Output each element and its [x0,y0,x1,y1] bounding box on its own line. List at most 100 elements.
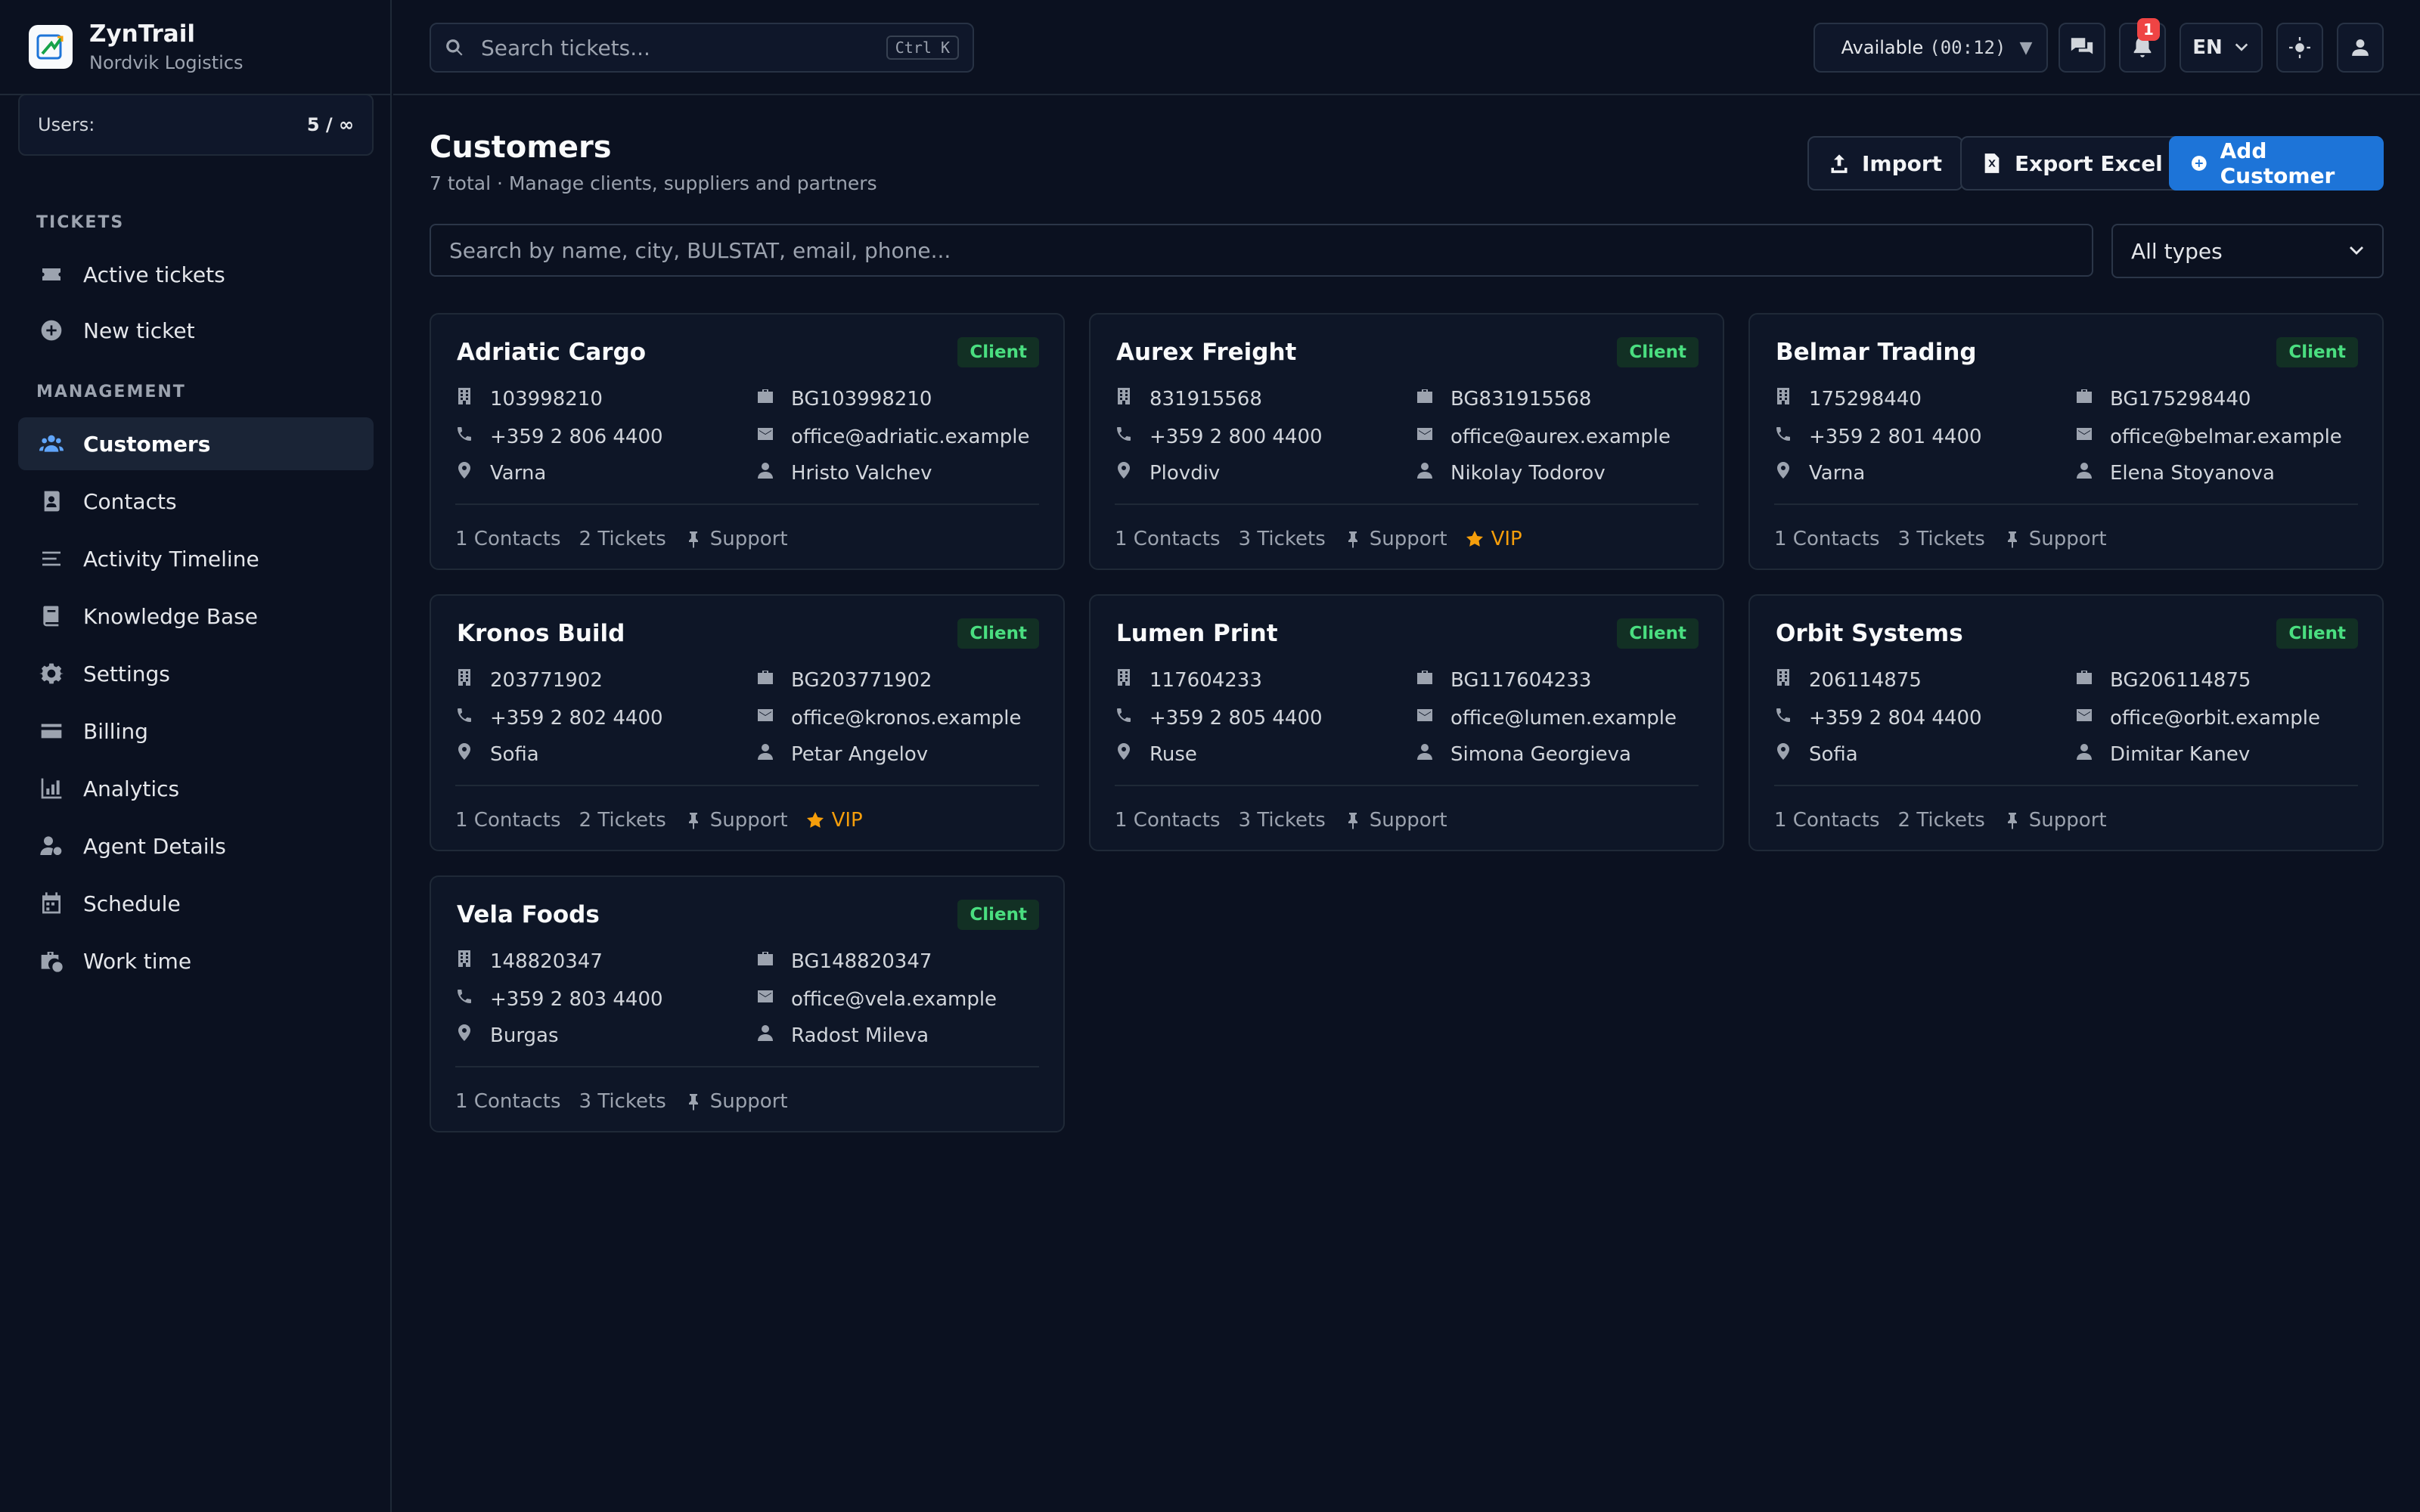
phone-number[interactable]: +359 2 804 4400 [1809,707,1982,730]
building-icon [455,668,490,692]
phone-number[interactable]: +359 2 803 4400 [490,988,663,1011]
phone-number[interactable]: +359 2 802 4400 [490,707,663,730]
import-label: Import [1862,150,1943,176]
language-select[interactable]: EN [2180,23,2263,73]
vip-label: VIP [1491,528,1522,550]
email-address[interactable]: office@aurex.example [1450,426,1671,448]
customer-type-badge: Client [2276,618,2358,649]
briefcase-icon [756,950,791,973]
user-menu-button[interactable] [2337,23,2384,73]
customer-name[interactable]: Aurex Freight [1116,339,1296,366]
phone-number[interactable]: +359 2 801 4400 [1809,426,1982,448]
sidebar-item-agent-details[interactable]: Agent Details [18,820,374,872]
phone-icon [1774,706,1809,730]
customer-card[interactable]: Lumen Print Client 117604233 BG117604233 +35… [1089,594,1724,851]
sidebar-item-active-tickets[interactable]: Active tickets [18,248,374,301]
notifications-button[interactable]: 1 [2119,18,2166,73]
briefcase-icon [1416,387,1450,411]
customer-name[interactable]: Belmar Trading [1776,339,1977,366]
contacts-count: 1 Contacts [455,809,561,832]
language-value: EN [2192,36,2223,59]
sidebar-item-schedule[interactable]: Schedule [18,877,374,930]
vip-tag: VIP [806,809,863,832]
company-id: 206114875 [1809,668,1922,692]
support-plan-tag: Support [2003,809,2107,832]
gear-icon [38,660,65,687]
customer-name[interactable]: Adriatic Cargo [457,339,646,366]
city-field: Sofia [455,742,539,766]
email-address[interactable]: office@adriatic.example [791,426,1030,448]
card-divider [1774,785,2358,786]
email-address[interactable]: office@lumen.example [1450,707,1677,730]
sidebar-item-billing[interactable]: Billing [18,705,374,758]
ticket-search-input[interactable]: Search tickets... Ctrl K [430,23,974,73]
city-field: Varna [455,461,546,485]
brand-name: ZynTrail [89,20,195,48]
phone-field: +359 2 804 4400 [1774,706,1982,730]
upload-icon [1831,154,1848,173]
customer-card[interactable]: Vela Foods Client 148820347 BG148820347 +359… [430,875,1065,1132]
sidebar-item-analytics[interactable]: Analytics [18,762,374,815]
sidebar-item-settings[interactable]: Settings [18,647,374,700]
mail-icon [2075,706,2110,730]
phone-number[interactable]: +359 2 806 4400 [490,426,663,448]
customer-card[interactable]: Belmar Trading Client 175298440 BG175298440… [1748,313,2384,570]
customer-card[interactable]: Orbit Systems Client 206114875 BG206114875 +… [1748,594,2384,851]
sidebar-item-knowledge-base[interactable]: Knowledge Base [18,590,374,643]
page-subtitle: 7 total · Manage clients, suppliers and … [430,172,877,194]
vat-number-field: BG203771902 [756,668,932,692]
customer-name[interactable]: Orbit Systems [1776,620,1963,647]
phone-number[interactable]: +359 2 800 4400 [1150,426,1323,448]
email-address[interactable]: office@kronos.example [791,707,1022,730]
email-address[interactable]: office@belmar.example [2110,426,2342,448]
card-footer: 1 Contacts 2 Tickets Support [455,528,806,550]
customer-type-select[interactable]: All types [2111,224,2384,278]
email-field: office@vela.example [756,987,997,1011]
export-excel-button[interactable]: Export Excel [1960,136,2184,191]
add-customer-button[interactable]: Add Customer [2169,136,2384,191]
sidebar-item-contacts[interactable]: Contacts [18,475,374,528]
city: Plovdiv [1150,461,1221,485]
availability-status-dropdown[interactable]: Available (00:12) ▼ [1813,23,2048,73]
chat-button[interactable] [2059,23,2105,73]
briefcase-icon [1416,668,1450,692]
building-icon [455,950,490,973]
customer-search-input[interactable]: Search by name, city, BULSTAT, email, ph… [430,224,2093,277]
import-button[interactable]: Import [1807,136,1964,191]
phone-icon [1774,425,1809,448]
excel-file-icon [1984,153,2000,173]
city: Burgas [490,1024,559,1047]
phone-icon [1115,706,1150,730]
customer-name[interactable]: Kronos Build [457,620,625,647]
email-field: office@orbit.example [2075,706,2320,730]
users-icon [38,430,65,457]
email-address[interactable]: office@vela.example [791,988,997,1011]
sidebar-item-new-ticket[interactable]: New ticket [18,304,374,357]
support-plan-label: Support [709,809,788,832]
card-divider [455,503,1039,505]
customer-card[interactable]: Kronos Build Client 203771902 BG203771902 +3… [430,594,1065,851]
phone-number[interactable]: +359 2 805 4400 [1150,707,1323,730]
contact-person-field: Simona Georgieva [1416,742,1631,766]
vat-number: BG117604233 [1450,668,1592,692]
vat-number: BG148820347 [791,950,932,973]
mail-icon [1416,706,1450,730]
city-field: Varna [1774,461,1865,485]
brand[interactable]: ZynTrail Nordvik Logistics [0,0,390,95]
customer-name[interactable]: Lumen Print [1116,620,1278,647]
customer-name[interactable]: Vela Foods [457,901,600,928]
email-address[interactable]: office@orbit.example [2110,707,2320,730]
theme-toggle-button[interactable] [2276,23,2323,73]
support-plan-tag: Support [1344,528,1447,550]
city-field: Plovdiv [1115,461,1220,485]
tickets-count: 2 Tickets [1897,809,1985,832]
support-plan-tag: Support [684,528,788,550]
customer-card[interactable]: Adriatic Cargo Client 103998210 BG103998210… [430,313,1065,570]
phone-field: +359 2 802 4400 [455,706,663,730]
sidebar-item-customers[interactable]: Customers [18,417,374,470]
sidebar-item-work-time[interactable]: Work time [18,934,374,987]
support-plan-label: Support [2028,528,2107,550]
customer-card[interactable]: Aurex Freight Client 831915568 BG831915568 +… [1089,313,1724,570]
sidebar-item-activity-timeline[interactable]: Activity Timeline [18,532,374,585]
vat-number-field: BG206114875 [2075,668,2251,692]
